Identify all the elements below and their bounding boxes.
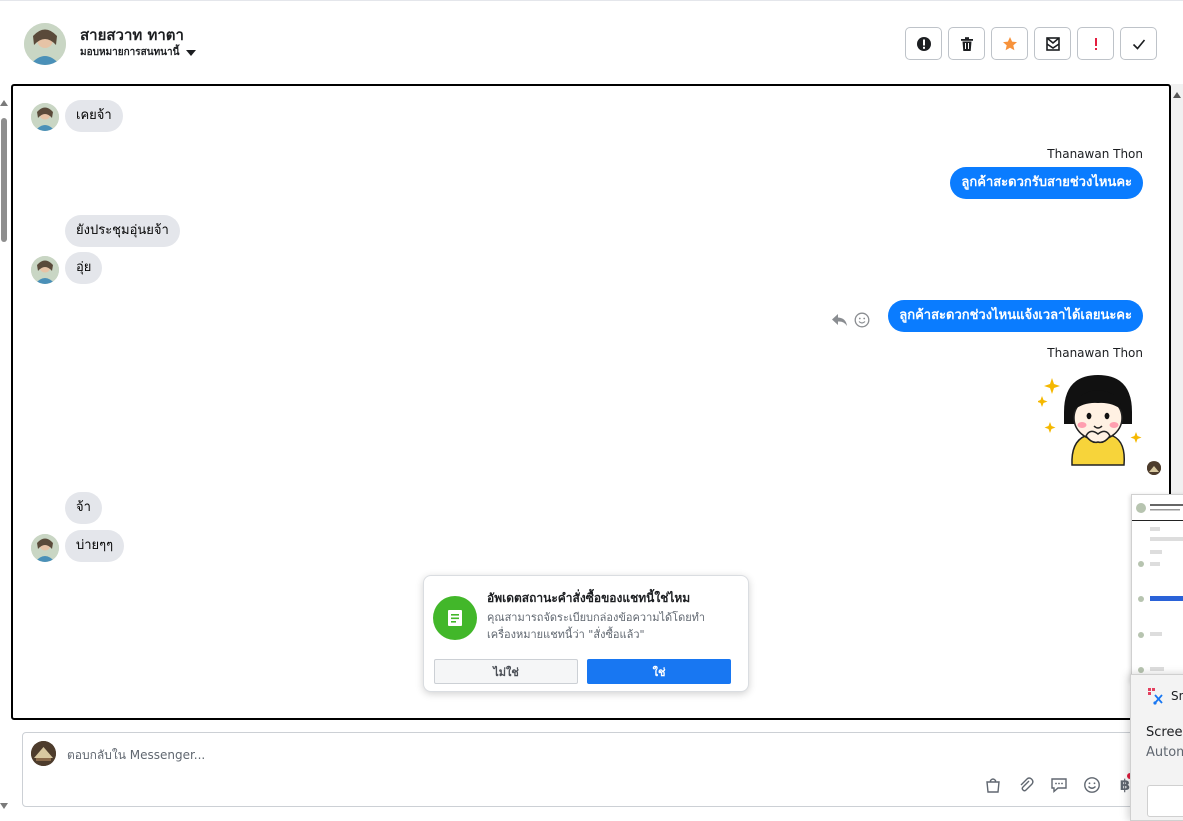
spam-button[interactable] [905,27,942,60]
assign-conversation-dropdown[interactable]: มอบหมายการสนทนานี้ [80,45,197,60]
prompt-title: อัพเดตสถานะคำสั่งซื้อของแชทนี้ใช่ไหม [487,591,691,605]
scroll-up-arrow-icon[interactable] [0,100,8,106]
exclamation-circle-icon [916,36,931,51]
sender-name: Thanawan Thon [1047,147,1143,161]
prompt-description: คุณสามารถจัดระเบียบกล่องข้อความได้โดยทำเ… [487,611,706,641]
sender-name: Thanawan Thon [1047,346,1143,360]
contact-avatar[interactable] [24,23,66,65]
page-avatar [31,741,56,766]
contact-avatar-small [31,103,59,131]
snip-app-title: Sn [1171,689,1183,703]
scroll-down-arrow-icon[interactable] [0,803,8,809]
emoji-reaction-icon[interactable] [854,312,870,328]
shopping-bag-icon[interactable] [983,775,1003,795]
message-input[interactable] [67,745,767,765]
scroll-up-arrow-icon[interactable] [1173,92,1181,98]
seen-indicator-avatar [1147,461,1161,475]
contact-avatar-small [31,256,59,284]
caret-down-icon [186,49,197,56]
incoming-message[interactable]: จ้า [65,492,102,524]
decline-button[interactable]: ไม่ใช่ [434,659,578,684]
order-status-prompt: อัพเดตสถานะคำสั่งซื้อของแชทนี้ใช่ไหม คุณ… [423,575,749,692]
snipping-tool-icon [1148,688,1163,705]
contact-avatar-small [31,534,59,562]
delete-button[interactable] [948,27,985,60]
conversation-header: สายสวาท ทาตา มอบหมายการสนทนานี้ [0,0,1183,87]
saved-reply-icon[interactable] [1049,775,1069,795]
exclamation-icon [1094,37,1097,50]
reply-icon[interactable] [831,312,849,328]
incoming-message[interactable]: บ่ายๆๆ [65,530,125,562]
outgoing-message[interactable]: ลูกค้าสะดวกช่วงไหนแจ้งเวลาได้เลยนะคะ [888,300,1143,332]
follow-up-button[interactable] [1077,27,1114,60]
contact-name[interactable]: สายสวาท ทาตา [80,23,184,47]
composer-toolbar: ฿ [983,775,1135,795]
mark-unread-button[interactable] [1034,27,1071,60]
sticker-girl-excited[interactable] [1038,370,1148,470]
star-button[interactable] [991,27,1028,60]
screenshot-thumbnail-preview[interactable] [1131,494,1183,682]
outgoing-message[interactable]: ลูกค้าสะดวกรับสายช่วงไหนคะ [950,167,1143,199]
emoji-icon[interactable] [1082,775,1102,795]
checkmark-icon [1132,38,1145,50]
page-scrollbar-thumb[interactable] [1,118,7,242]
snip-action-button[interactable] [1147,785,1183,817]
envelope-icon [1045,36,1060,51]
thread-scrollbar-track[interactable] [1171,84,1183,494]
snip-message-line: Autom [1146,745,1183,760]
header-actions [905,27,1157,60]
order-receipt-icon [433,596,477,640]
incoming-message[interactable]: เคยจ้า [65,100,123,132]
trash-icon [960,36,973,51]
reply-composer: ฿ [22,732,1162,807]
assign-label: มอบหมายการสนทนานี้ [80,47,180,58]
snip-message-line: Screer [1146,725,1183,740]
confirm-button[interactable]: ใช่ [587,659,731,684]
mark-done-button[interactable] [1120,27,1157,60]
snipping-tool-notification[interactable]: Sn Screer Autom [1130,674,1183,821]
incoming-message[interactable]: อุ่ย [65,252,103,284]
star-icon [1002,36,1017,50]
incoming-message[interactable]: ยังประชุมอุ่นยจ้า [65,215,180,247]
paperclip-icon[interactable] [1016,775,1036,795]
